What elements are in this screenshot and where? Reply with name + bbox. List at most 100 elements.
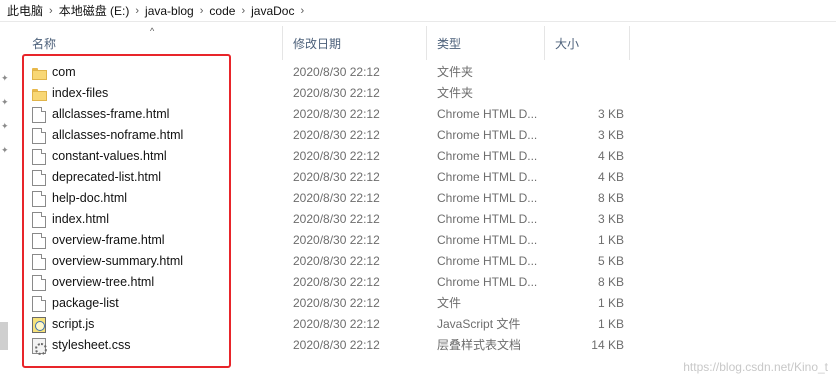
file-type: Chrome HTML D... [437, 128, 538, 142]
navigation-pane-strip: ✦ ✦ ✦ ✦ [0, 22, 14, 388]
file-size: 8 KB [597, 191, 624, 205]
html-file-icon [32, 232, 46, 249]
column-header-date[interactable]: 修改日期 [283, 26, 427, 60]
file-name: constant-values.html [52, 149, 167, 163]
chevron-right-icon[interactable]: › [297, 5, 307, 17]
chevron-right-icon[interactable]: › [238, 5, 248, 17]
column-header-size[interactable]: 大小 [545, 26, 630, 60]
html-file-icon [32, 274, 46, 291]
file-name-cell: stylesheet.css [32, 335, 287, 356]
pin-icon[interactable]: ✦ [1, 146, 10, 155]
navigation-scrollbar-thumb[interactable] [0, 322, 8, 350]
file-row[interactable]: deprecated-list.html 2020/8/30 22:12 Chr… [22, 167, 632, 188]
pin-icon[interactable]: ✦ [1, 74, 10, 83]
file-type: 文件夹 [437, 65, 474, 79]
file-name-cell: allclasses-noframe.html [32, 125, 287, 146]
breadcrumb-item-drive[interactable]: 本地磁盘 (E:) [56, 2, 133, 19]
chevron-right-icon[interactable]: › [132, 5, 142, 17]
file-list: com 2020/8/30 22:12 文件夹 index-files 2020… [22, 62, 632, 356]
breadcrumb-item-code[interactable]: code [206, 4, 238, 18]
file-size: 8 KB [597, 275, 624, 289]
file-date: 2020/8/30 22:12 [293, 149, 380, 163]
breadcrumb-item-java-blog[interactable]: java-blog [142, 4, 197, 18]
html-file-icon [32, 190, 46, 207]
file-row[interactable]: stylesheet.css 2020/8/30 22:12 层叠样式表文档 1… [22, 335, 632, 356]
file-size: 4 KB [597, 170, 624, 184]
file-type: Chrome HTML D... [437, 275, 538, 289]
file-name-cell: help-doc.html [32, 188, 287, 209]
chevron-right-icon[interactable]: › [197, 5, 207, 17]
file-name: allclasses-frame.html [52, 107, 170, 121]
column-header: ^ 名称 修改日期 类型 大小 [22, 26, 632, 60]
html-file-icon [32, 211, 46, 228]
file-name: deprecated-list.html [52, 170, 162, 184]
file-type: Chrome HTML D... [437, 254, 538, 268]
file-icon [32, 295, 46, 312]
file-row[interactable]: script.js 2020/8/30 22:12 JavaScript 文件 … [22, 314, 632, 335]
file-name-cell: overview-summary.html [32, 251, 287, 272]
file-date: 2020/8/30 22:12 [293, 170, 380, 184]
css-file-icon [32, 337, 47, 355]
file-row[interactable]: overview-summary.html 2020/8/30 22:12 Ch… [22, 251, 632, 272]
file-date: 2020/8/30 22:12 [293, 254, 380, 268]
breadcrumb-item-javadoc[interactable]: javaDoc [248, 4, 297, 18]
file-date: 2020/8/30 22:12 [293, 107, 380, 121]
file-row[interactable]: com 2020/8/30 22:12 文件夹 [22, 62, 632, 83]
file-name: overview-tree.html [52, 275, 155, 289]
file-size [549, 62, 624, 83]
html-file-icon [32, 169, 46, 186]
file-row[interactable]: overview-tree.html 2020/8/30 22:12 Chrom… [22, 272, 632, 293]
file-name-cell: script.js [32, 314, 287, 335]
file-date: 2020/8/30 22:12 [293, 65, 380, 79]
file-name-cell: com [32, 62, 287, 83]
file-name: index-files [52, 86, 109, 100]
file-size: 5 KB [597, 254, 624, 268]
watermark: https://blog.csdn.net/Kino_t [683, 360, 828, 374]
file-type: Chrome HTML D... [437, 191, 538, 205]
file-name-cell: constant-values.html [32, 146, 287, 167]
file-name: com [52, 65, 76, 79]
file-size [549, 83, 624, 104]
file-date: 2020/8/30 22:12 [293, 317, 380, 331]
file-row[interactable]: allclasses-frame.html 2020/8/30 22:12 Ch… [22, 104, 632, 125]
file-name-cell: package-list [32, 293, 287, 314]
pin-icon[interactable]: ✦ [1, 122, 10, 131]
folder-icon [32, 67, 47, 80]
file-date: 2020/8/30 22:12 [293, 212, 380, 226]
file-row[interactable]: overview-frame.html 2020/8/30 22:12 Chro… [22, 230, 632, 251]
file-size: 1 KB [597, 233, 624, 247]
file-type: Chrome HTML D... [437, 170, 538, 184]
file-row[interactable]: index.html 2020/8/30 22:12 Chrome HTML D… [22, 209, 632, 230]
pin-icon[interactable]: ✦ [1, 98, 10, 107]
file-name: package-list [52, 296, 119, 310]
file-size: 1 KB [597, 317, 624, 331]
file-type: Chrome HTML D... [437, 149, 538, 163]
file-name: allclasses-noframe.html [52, 128, 184, 142]
file-name: overview-summary.html [52, 254, 184, 268]
column-header-name[interactable]: 名称 [22, 26, 283, 60]
html-file-icon [32, 148, 46, 165]
file-name-cell: index-files [32, 83, 287, 104]
file-type: Chrome HTML D... [437, 107, 538, 121]
breadcrumb: 此电脑 › 本地磁盘 (E:) › java-blog › code › jav… [0, 0, 836, 22]
file-date: 2020/8/30 22:12 [293, 128, 380, 142]
file-row[interactable]: index-files 2020/8/30 22:12 文件夹 [22, 83, 632, 104]
file-date: 2020/8/30 22:12 [293, 296, 380, 310]
breadcrumb-item-this-pc[interactable]: 此电脑 [4, 2, 46, 19]
chevron-right-icon[interactable]: › [46, 5, 56, 17]
column-header-type[interactable]: 类型 [427, 26, 545, 60]
file-type: 层叠样式表文档 [437, 338, 522, 352]
file-size: 3 KB [597, 128, 624, 142]
file-type: Chrome HTML D... [437, 212, 538, 226]
file-row[interactable]: allclasses-noframe.html 2020/8/30 22:12 … [22, 125, 632, 146]
html-file-icon [32, 106, 46, 123]
file-row[interactable]: package-list 2020/8/30 22:12 文件 1 KB [22, 293, 632, 314]
file-date: 2020/8/30 22:12 [293, 275, 380, 289]
html-file-icon [32, 127, 46, 144]
file-date: 2020/8/30 22:12 [293, 338, 380, 352]
file-size: 4 KB [597, 149, 624, 163]
file-row[interactable]: constant-values.html 2020/8/30 22:12 Chr… [22, 146, 632, 167]
file-row[interactable]: help-doc.html 2020/8/30 22:12 Chrome HTM… [22, 188, 632, 209]
file-name-cell: index.html [32, 209, 287, 230]
file-name-cell: deprecated-list.html [32, 167, 287, 188]
